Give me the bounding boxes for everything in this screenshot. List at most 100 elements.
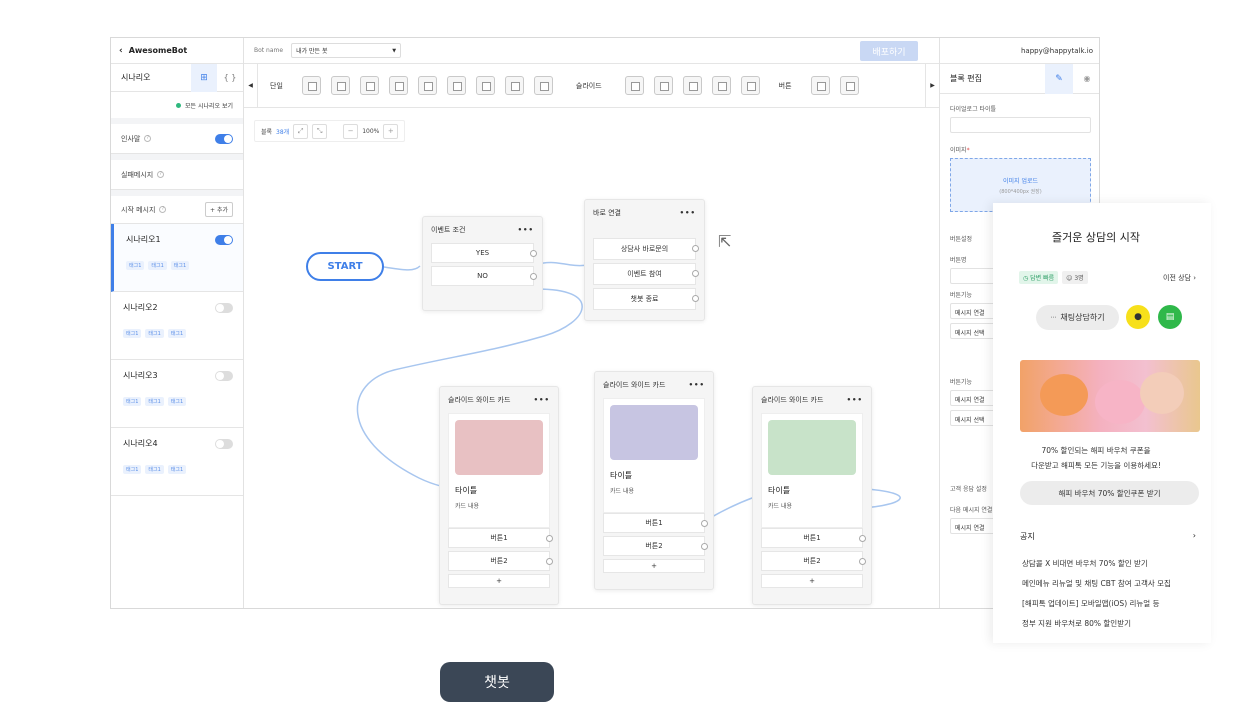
card-button-1[interactable]: 버튼1 xyxy=(803,533,820,543)
bot-name-select[interactable]: 내가 만든 봇 ▼ xyxy=(291,43,402,58)
scenario-toggle[interactable] xyxy=(215,370,233,381)
slide-link-icon[interactable] xyxy=(711,76,731,95)
chat-start-button[interactable]: ⋯ 채팅상담하기 xyxy=(1036,305,1119,330)
card-button-1[interactable]: 버튼1 xyxy=(490,533,507,543)
add-card-button[interactable]: + xyxy=(809,577,815,585)
all-scenarios-link[interactable]: 모든 시나리오 보기 xyxy=(185,101,233,110)
msg-connect-field-2[interactable]: 메시지 연결 xyxy=(950,390,995,406)
notice-item[interactable]: 상담콜 X 비대면 바우처 70% 할인 받기 xyxy=(1022,558,1207,569)
more-icon[interactable]: ••• xyxy=(680,209,696,217)
media-block-icon[interactable] xyxy=(504,76,524,95)
connect-port[interactable] xyxy=(530,273,537,280)
more-icon[interactable]: ••• xyxy=(534,396,550,404)
scenario-name: 시나리오2 xyxy=(123,303,158,312)
dialog-title-input[interactable] xyxy=(950,117,1091,133)
prev-chat-link[interactable]: 이전 상담 › xyxy=(1163,273,1196,283)
list-block-icon[interactable] xyxy=(475,76,495,95)
coupon-button[interactable]: 해피 바우처 70% 할인쿠폰 받기 xyxy=(1020,481,1199,505)
form-block-icon[interactable] xyxy=(533,76,553,95)
scenario-item-3[interactable]: 시나리오3 태그1 태그1 태그1 xyxy=(111,360,243,428)
add-card-button[interactable]: + xyxy=(651,562,657,570)
connect-port[interactable] xyxy=(692,270,699,277)
connect-port[interactable] xyxy=(701,543,708,550)
scenario-item-2[interactable]: 시나리오2 태그1 태그1 태그1 xyxy=(111,292,243,360)
notice-item[interactable]: [해피톡 업데이트] 모바일앱(iOS) 리뉴얼 등 xyxy=(1022,598,1207,609)
card-button-2[interactable]: 버튼2 xyxy=(490,556,507,566)
deploy-button[interactable]: 배포하기 xyxy=(860,41,918,61)
event-condition-node[interactable]: 이벤트 조건 ••• YES NO xyxy=(422,216,543,311)
scroll-right-icon[interactable]: ▶ xyxy=(925,63,939,108)
card-button-1[interactable]: 버튼1 xyxy=(645,518,662,528)
notice-header[interactable]: 공지 › xyxy=(1020,531,1196,542)
slide-card-node-2[interactable]: 슬라이드 와이드 카드 ••• 타이틀 카드 내용 버튼1 버튼2 + xyxy=(594,371,714,590)
card-button-2[interactable]: 버튼2 xyxy=(803,556,820,566)
block-toolbar: ◀ 단일 슬라이드 버튼 ▶ xyxy=(244,63,939,108)
flow-canvas[interactable]: 블록 38개 ⤢ ⤡ − 100% + START 이벤트 조건 ••• YES … xyxy=(244,108,939,608)
scenario-toggle[interactable] xyxy=(215,438,233,449)
option-yes[interactable]: YES xyxy=(476,249,489,257)
connect-port[interactable] xyxy=(859,535,866,542)
card-button-2[interactable]: 버튼2 xyxy=(645,541,662,551)
branch-block-icon[interactable] xyxy=(446,76,466,95)
tree-icon[interactable]: ⊞ xyxy=(191,63,217,92)
connect-port[interactable] xyxy=(692,295,699,302)
button-block-icon[interactable] xyxy=(388,76,408,95)
scenario-item-4[interactable]: 시나리오4 태그1 태그1 태그1 xyxy=(111,428,243,496)
option-event[interactable]: 이벤트 참여 xyxy=(627,269,661,279)
scenario-item-1[interactable]: 시나리오1 태그1 태그1 태그1 xyxy=(111,224,243,292)
msg-connect-field[interactable]: 메시지 연결 xyxy=(950,303,995,319)
quick-button-icon[interactable] xyxy=(810,76,830,95)
connect-port[interactable] xyxy=(859,558,866,565)
fail-message-label[interactable]: 실패메시지 xyxy=(121,170,153,180)
greeting-label[interactable]: 인사말 xyxy=(121,134,140,144)
menu-button-icon[interactable] xyxy=(839,76,859,95)
info-icon: ? xyxy=(144,135,152,142)
connect-port[interactable] xyxy=(546,535,553,542)
option-end[interactable]: 챗봇 종료 xyxy=(631,294,659,304)
connect-port[interactable] xyxy=(701,520,708,527)
slide-card-icon[interactable] xyxy=(624,76,644,95)
card-block-icon[interactable] xyxy=(359,76,379,95)
card-content: 카드 내용 xyxy=(768,503,792,510)
eye-icon[interactable]: ◉ xyxy=(1073,64,1099,94)
tab-scenario[interactable]: 시나리오 xyxy=(111,72,191,83)
option-counselor[interactable]: 상담사 바로문의 xyxy=(621,244,668,254)
image-block-icon[interactable] xyxy=(330,76,350,95)
code-icon[interactable]: { } xyxy=(217,64,243,92)
slide-list-icon[interactable] xyxy=(740,76,760,95)
button-name-input[interactable] xyxy=(950,268,995,284)
option-no[interactable]: NO xyxy=(477,272,488,280)
greeting-toggle[interactable] xyxy=(215,133,233,144)
more-icon[interactable]: ••• xyxy=(518,226,534,234)
notice-item[interactable]: 메인메뉴 리뉴얼 및 채팅 CBT 참여 고객사 모집 xyxy=(1022,578,1207,589)
required-mark: * xyxy=(966,147,970,154)
add-button[interactable]: + 추가 xyxy=(205,202,233,217)
slide-card-node-3[interactable]: 슬라이드 와이드 카드 ••• 타이틀 카드 내용 버튼1 버튼2 + xyxy=(752,386,872,605)
edit-icon[interactable]: ✎ xyxy=(1045,63,1073,94)
scroll-left-icon[interactable]: ◀ xyxy=(244,63,258,108)
scenario-toggle[interactable] xyxy=(215,234,233,245)
text-block-icon[interactable] xyxy=(301,76,321,95)
start-node[interactable]: START xyxy=(306,252,384,281)
direct-connect-node[interactable]: 바로 연결 ••• 상담사 바로문의 이벤트 참여 챗봇 종료 xyxy=(584,199,705,321)
slide-wide-icon[interactable] xyxy=(653,76,673,95)
link-block-icon[interactable] xyxy=(417,76,437,95)
add-card-button[interactable]: + xyxy=(496,577,502,585)
slide-card-node-1[interactable]: 슬라이드 와이드 카드 ••• 타이틀 카드 내용 버튼1 버튼2 + xyxy=(439,386,559,605)
msg-select-field-2[interactable]: 메시지 선택 xyxy=(950,410,995,426)
more-icon[interactable]: ••• xyxy=(689,381,705,389)
notice-item[interactable]: 정부 지원 바우처로 80% 할인받기 xyxy=(1022,618,1207,629)
message-icon[interactable]: ▤ xyxy=(1158,305,1182,329)
connect-port[interactable] xyxy=(546,558,553,565)
next-msg-field[interactable]: 메시지 연결 xyxy=(950,518,995,534)
back-icon[interactable]: ‹ xyxy=(119,46,123,56)
scenario-toggle[interactable] xyxy=(215,302,233,313)
slide-image-icon[interactable] xyxy=(682,76,702,95)
promo-text-2: 다운받고 해피톡 모든 기능을 이용하세요! xyxy=(1031,461,1161,470)
msg-select-field[interactable]: 메시지 선택 xyxy=(950,323,995,339)
more-icon[interactable]: ••• xyxy=(847,396,863,404)
connect-port[interactable] xyxy=(692,245,699,252)
kakao-icon[interactable]: ● xyxy=(1126,305,1150,329)
connect-port[interactable] xyxy=(530,250,537,257)
user-email[interactable]: happy@happytalk.io xyxy=(1021,47,1093,55)
